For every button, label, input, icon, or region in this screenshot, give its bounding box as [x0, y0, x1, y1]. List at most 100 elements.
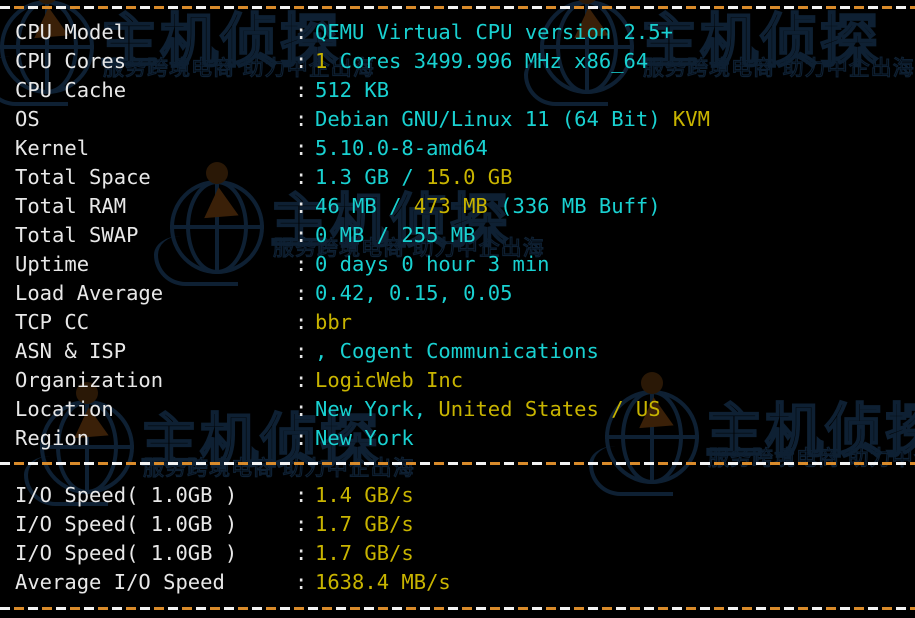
system-info-label: Total Space: [15, 165, 151, 189]
io-speed-row: I/O Speed( 1.0GB ):1.7 GB/s: [0, 510, 915, 539]
system-info-value-segment: 46 MB: [315, 194, 390, 218]
system-info-colon: :: [295, 136, 308, 160]
system-info-colon: :: [295, 252, 308, 276]
separator-bottom: [0, 607, 915, 610]
io-speed-value-segment: 1.7 GB/s: [315, 512, 414, 536]
system-info-label: Location: [15, 397, 114, 421]
system-info-value-segment: New York,: [315, 397, 439, 421]
system-info-value-segment: QEMU Virtual CPU version 2.5+: [315, 20, 673, 44]
system-info-label: Region: [15, 426, 90, 450]
system-info-row: Organization: LogicWeb Inc: [0, 366, 915, 395]
system-info-value-segment: United States / US: [438, 397, 661, 421]
system-info-value: Debian GNU/Linux 11 (64 Bit) KVM: [315, 105, 710, 134]
system-info-label: Load Average: [15, 281, 164, 305]
system-info-label: CPU Cache: [15, 78, 127, 102]
system-info-value: New York: [315, 424, 414, 453]
system-info-value: 0 MB / 255 MB: [315, 221, 475, 250]
system-info-value: 5.10.0-8-amd64: [315, 134, 488, 163]
system-info-value: 0.42, 0.15, 0.05: [315, 279, 512, 308]
system-info-row: Total Space:1.3 GB / 15.0 GB: [0, 163, 915, 192]
system-info-colon: :: [295, 281, 308, 305]
system-info-colon: :: [295, 20, 308, 44]
system-info-label: OS: [15, 107, 40, 131]
system-info-value-segment: 0 MB / 255 MB: [315, 223, 476, 247]
system-info-value-segment: 473 MB: [413, 194, 501, 218]
system-info-value-segment: (336 MB Buff): [500, 194, 661, 218]
system-info-value-segment: /: [401, 165, 427, 189]
system-info-row: OS: Debian GNU/Linux 11 (64 Bit) KVM: [0, 105, 915, 134]
io-speed-value: 1.7 GB/s: [315, 539, 414, 568]
io-speed-colon: :: [295, 512, 308, 536]
system-info-value: bbr: [315, 308, 352, 337]
system-info-value-segment: 1.3 GB: [315, 165, 402, 189]
system-info-value: 1 Cores 3499.996 MHz x86_64: [315, 47, 648, 76]
io-speed-value-segment: 1.4 GB/s: [315, 483, 414, 507]
system-info-row: CPU Cache:512 KB: [0, 76, 915, 105]
system-info-row: CPU Cores:1 Cores 3499.996 MHz x86_64: [0, 47, 915, 76]
system-info-value: LogicWeb Inc: [315, 366, 463, 395]
io-speed-colon: :: [295, 570, 308, 594]
system-info-colon: :: [295, 368, 308, 392]
system-info-label: TCP CC: [15, 310, 90, 334]
system-info-colon: :: [295, 194, 308, 218]
system-info-value: 46 MB / 473 MB (336 MB Buff): [315, 192, 661, 221]
system-info-value-segment: 0 days 0 hour 3 min: [315, 252, 550, 276]
io-speed-value: 1.7 GB/s: [315, 510, 414, 539]
system-info-value: 512 KB: [315, 76, 389, 105]
system-info-label: Total SWAP: [15, 223, 139, 247]
system-info-value-segment: Cores 3499.996 MHz x86_64: [327, 49, 649, 73]
system-info-colon: :: [295, 165, 308, 189]
system-info-row: Total RAM:46 MB / 473 MB (336 MB Buff): [0, 192, 915, 221]
io-speed-value: 1.4 GB/s: [315, 481, 414, 510]
system-info-value-segment: New York: [315, 426, 414, 450]
system-info-row: Load Average:0.42, 0.15, 0.05: [0, 279, 915, 308]
system-info-colon: :: [295, 310, 308, 334]
system-info-value-segment: KVM: [672, 107, 710, 131]
system-info-colon: :: [295, 49, 308, 73]
system-info-colon: :: [295, 397, 308, 421]
separator-top: [0, 6, 915, 9]
io-speed-label: I/O Speed( 1.0GB ): [15, 483, 238, 507]
system-info-colon: :: [295, 426, 308, 450]
system-info-colon: :: [295, 107, 308, 131]
system-info-label: CPU Cores: [15, 49, 127, 73]
system-info-value: 0 days 0 hour 3 min: [315, 250, 550, 279]
system-info-row: TCP CC: bbr: [0, 308, 915, 337]
system-info-value-segment: , Cogent Communications: [315, 339, 599, 363]
system-info-row: Kernel:5.10.0-8-amd64: [0, 134, 915, 163]
system-info-value-segment: 1: [315, 49, 328, 73]
system-info-colon: :: [295, 223, 308, 247]
io-speed-value: 1638.4 MB/s: [315, 568, 451, 597]
system-info-value: QEMU Virtual CPU version 2.5+: [315, 18, 673, 47]
io-speed-row: I/O Speed( 1.0GB ):1.4 GB/s: [0, 481, 915, 510]
system-info-value-segment: LogicWeb Inc: [315, 368, 464, 392]
terminal-window: 主机侦探 服务跨境电商 助力中企出海 主机侦探 服务跨境电商 助力中企出海 主机…: [0, 0, 915, 618]
system-info-value-segment: bbr: [315, 310, 353, 334]
system-info-row: Location: New York, United States / US: [0, 395, 915, 424]
io-speed-colon: :: [295, 483, 308, 507]
system-info-value-segment: 15.0 GB: [426, 165, 513, 189]
system-info-label: Total RAM: [15, 194, 127, 218]
system-info-value: New York, United States / US: [315, 395, 661, 424]
system-info-value-segment: 0.42, 0.15, 0.05: [315, 281, 513, 305]
system-info-label: Organization: [15, 368, 164, 392]
system-info-row: ASN & ISP: , Cogent Communications: [0, 337, 915, 366]
system-info-row: CPU Model: QEMU Virtual CPU version 2.5+: [0, 18, 915, 47]
system-info-colon: :: [295, 339, 308, 363]
separator-middle: [0, 462, 915, 465]
system-info-label: Uptime: [15, 252, 90, 276]
system-info-value-segment: 5.10.0-8-amd64: [315, 136, 488, 160]
terminal-text-layer: CPU Model: QEMU Virtual CPU version 2.5+ C…: [0, 0, 915, 618]
system-info-label: CPU Model: [15, 20, 127, 44]
io-speed-value-segment: 1.7 GB/s: [315, 541, 414, 565]
io-speed-row: I/O Speed( 1.0GB ):1.7 GB/s: [0, 539, 915, 568]
system-info-row: Uptime:0 days 0 hour 3 min: [0, 250, 915, 279]
system-info-label: ASN & ISP: [15, 339, 127, 363]
io-speed-label: I/O Speed( 1.0GB ): [15, 541, 238, 565]
io-speed-label: Average I/O Speed: [15, 570, 225, 594]
system-info-label: Kernel: [15, 136, 90, 160]
system-info-value: , Cogent Communications: [315, 337, 599, 366]
system-info-value-segment: 512 KB: [315, 78, 390, 102]
io-speed-label: I/O Speed( 1.0GB ): [15, 512, 238, 536]
system-info-value-segment: /: [389, 194, 414, 218]
